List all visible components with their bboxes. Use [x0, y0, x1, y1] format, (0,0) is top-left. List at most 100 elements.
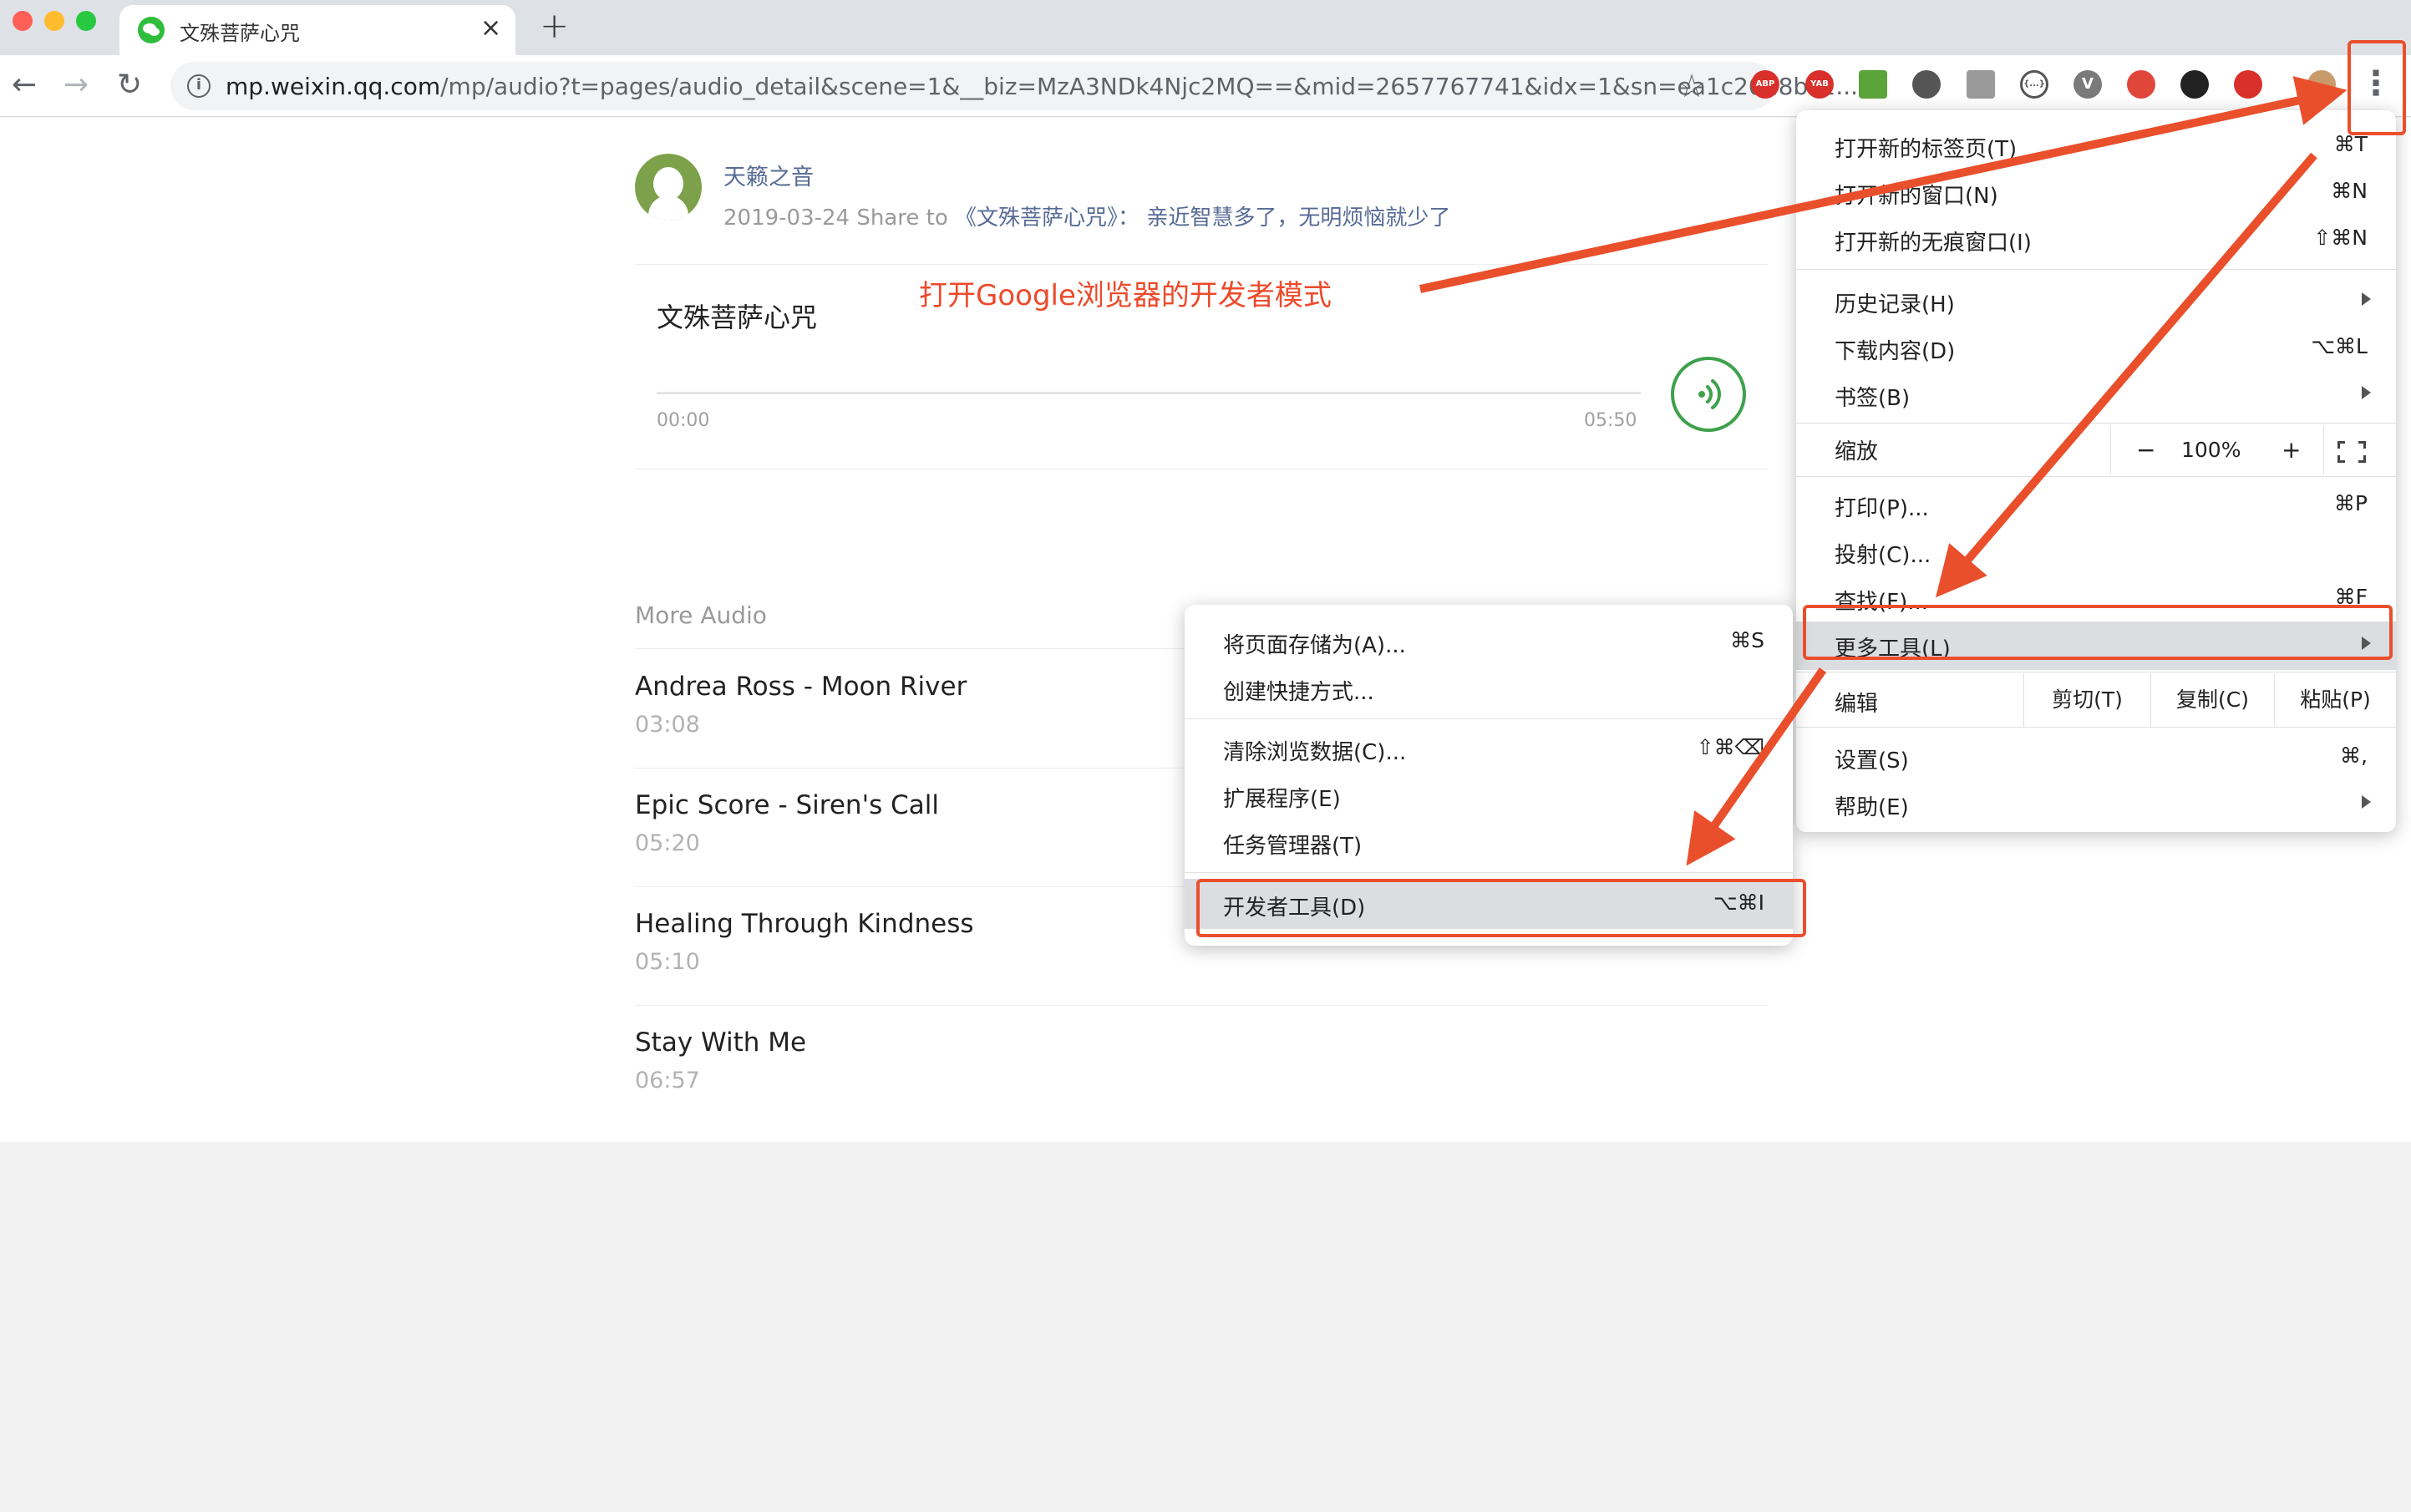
menu-label: 帮助(E) [1835, 795, 1909, 820]
menu-separator [1796, 727, 2396, 728]
zoom-in-button[interactable]: + [2282, 436, 2301, 464]
menu-label: 任务管理器(T) [1223, 834, 1363, 859]
zoom-out-button[interactable]: − [2136, 436, 2155, 464]
menu-new-tab[interactable]: 打开新的标签页(T) ⌘T [1796, 122, 2396, 169]
vue-devtools-icon[interactable]: V [2073, 70, 2102, 99]
menu-shortcut: ⌘P [2333, 491, 2368, 515]
share-title-link[interactable]: 《文殊菩萨心咒》： [955, 205, 1140, 231]
close-tab-icon[interactable]: × [480, 13, 501, 43]
audio-item-name: Healing Through Kindness [635, 909, 974, 939]
browser-toolbar: ← → ↻ i mp.weixin.qq.com/mp/audio?t=page… [0, 55, 2411, 117]
reload-button[interactable]: ↻ [117, 67, 142, 104]
menu-downloads[interactable]: 下载内容(D) ⌥⌘L [1796, 324, 2396, 371]
shield-extension-icon[interactable] [2127, 70, 2155, 99]
menu-label: 投射(C)... [1835, 543, 1931, 568]
audio-item-name: Stay With Me [635, 1027, 807, 1058]
info-icon[interactable]: i [187, 74, 211, 98]
active-tab[interactable]: 文殊菩萨心咒 × [119, 5, 515, 55]
highlight-more-tools-box [1803, 605, 2393, 660]
download-extension-icon[interactable] [1859, 70, 1887, 99]
audio-item-duration: 05:20 [635, 830, 700, 856]
account-avatar[interactable] [635, 154, 702, 221]
zoom-level: 100% [2181, 438, 2241, 462]
menu-print[interactable]: 打印(P)... ⌘P [1796, 481, 2396, 528]
menu-history[interactable]: 历史记录(H) [1796, 277, 2396, 324]
menu-create-shortcut[interactable]: 创建快捷方式... [1185, 665, 1793, 712]
yab-extension-icon[interactable]: YAB [1805, 70, 1834, 99]
menu-cast[interactable]: 投射(C)... [1796, 528, 2396, 575]
share-to-label: Share to [856, 205, 948, 231]
publish-date: 2019-03-24 [723, 205, 850, 231]
tab-strip: 文殊菩萨心咒 × + [0, 0, 2411, 55]
audio-title: 文殊菩萨心咒 [657, 302, 818, 333]
article-meta: 2019-03-24 Share to 《文殊菩萨心咒》： 亲近智慧多了，无明烦… [723, 200, 1450, 231]
audio-item-duration: 06:57 [635, 1068, 700, 1093]
bulb-extension-icon[interactable] [2180, 70, 2209, 99]
annotation-text: 打开Google浏览器的开发者模式 [919, 279, 1332, 312]
menu-edit-row: 编辑 剪切(T) 复制(C) 粘贴(P) [1796, 673, 2396, 727]
menu-label: 将页面存储为(A)... [1223, 633, 1406, 658]
menu-label: 设置(S) [1835, 748, 1909, 774]
menu-label: 打印(P)... [1835, 496, 1929, 521]
minimize-window-button[interactable] [44, 11, 64, 31]
profile-avatar-icon[interactable] [2307, 70, 2336, 99]
menu-task-manager[interactable]: 任务管理器(T) [1185, 819, 1793, 865]
menu-label: 清除浏览数据(C)... [1223, 740, 1407, 765]
play-button[interactable] [1671, 357, 1746, 432]
menu-extensions[interactable]: 扩展程序(E) [1185, 772, 1793, 819]
menu-help[interactable]: 帮助(E) [1796, 780, 2396, 827]
menu-shortcut: ⌘S [1730, 628, 1764, 652]
menu-label: 打开新的无痕窗口(I) [1835, 231, 2032, 256]
menu-label: 下载内容(D) [1835, 339, 1956, 364]
menu-shortcut: ⌘, [2340, 743, 2368, 768]
current-time: 00:00 [657, 410, 710, 431]
json-viewer-icon[interactable]: {...} [2020, 70, 2048, 99]
virus-extension-icon[interactable] [2234, 70, 2262, 99]
account-name[interactable]: 天籁之音 [723, 159, 814, 191]
address-bar[interactable]: i mp.weixin.qq.com/mp/audio?t=pages/audi… [170, 62, 1858, 110]
zoom-window-button[interactable] [76, 11, 96, 31]
submenu-arrow-icon [2362, 795, 2371, 809]
wechat-icon [138, 17, 165, 43]
sound-wave-icon [1698, 379, 1721, 409]
fullscreen-icon[interactable] [2337, 441, 2366, 463]
submenu-arrow-icon [2362, 292, 2371, 306]
menu-clear-data[interactable]: 清除浏览数据(C)... ⇧⌘⌫ [1185, 725, 1793, 772]
gear-extension-icon[interactable] [1912, 70, 1941, 99]
forward-button[interactable]: → [63, 67, 89, 104]
menu-bookmarks[interactable]: 书签(B) [1796, 371, 2396, 418]
audio-item-duration: 03:08 [635, 712, 700, 738]
menu-shortcut: ⇧⌘N [2313, 226, 2368, 250]
menu-shortcut: ⇧⌘⌫ [1696, 735, 1764, 759]
share-desc-link[interactable]: 亲近智慧多了，无明烦恼就少了 [1146, 205, 1450, 231]
copy-button[interactable]: 复制(C) [2150, 673, 2274, 727]
submenu-arrow-icon [2362, 386, 2371, 399]
audio-item-name: Andrea Ross - Moon River [635, 672, 967, 702]
audio-progress-bar[interactable] [657, 392, 1641, 394]
menu-label: 书签(B) [1835, 386, 1911, 411]
url-text[interactable]: mp.weixin.qq.com/mp/audio?t=pages/audio_… [226, 73, 1858, 100]
adblock-plus-icon[interactable]: ABP [1751, 70, 1779, 99]
back-button[interactable]: ← [12, 67, 37, 104]
menu-label: 打开新的窗口(N) [1835, 184, 1998, 209]
menu-save-page[interactable]: 将页面存储为(A)... ⌘S [1185, 618, 1793, 665]
cut-button[interactable]: 剪切(T) [2023, 673, 2150, 727]
menu-new-window[interactable]: 打开新的窗口(N) ⌘N [1796, 169, 2396, 216]
zoom-controls: − 100% + [2110, 426, 2324, 474]
paste-button[interactable]: 粘贴(P) [2274, 673, 2396, 727]
menu-incognito[interactable]: 打开新的无痕窗口(I) ⇧⌘N [1796, 216, 2396, 262]
menu-separator [1796, 476, 2396, 477]
menu-settings[interactable]: 设置(S) ⌘, [1796, 733, 2396, 780]
audio-list-item[interactable]: Stay With Me 06:57 [635, 1006, 1768, 1124]
close-window-button[interactable] [13, 11, 33, 31]
tab-title: 文殊菩萨心咒 [180, 22, 300, 45]
bookmark-star-icon[interactable]: ☆ [1678, 68, 1706, 104]
menu-shortcut: ⌥⌘L [2311, 334, 2368, 358]
menu-separator [1185, 718, 1793, 719]
menu-shortcut: ⌘N [2331, 179, 2368, 203]
window-extension-icon[interactable] [1967, 70, 1995, 99]
menu-label: 创建快捷方式... [1223, 680, 1374, 705]
new-tab-button[interactable]: + [540, 8, 569, 43]
audio-item-name: Epic Score - Siren's Call [635, 790, 939, 820]
zoom-label: 缩放 [1835, 439, 1879, 464]
